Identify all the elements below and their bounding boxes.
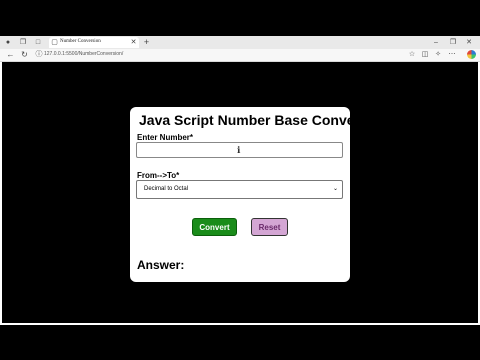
- convert-button[interactable]: Convert: [192, 218, 237, 236]
- favicon-icon: ▢: [51, 39, 58, 46]
- tab-collection-icon[interactable]: ❐: [19, 38, 27, 47]
- active-tab[interactable]: ▢ Number Conversion ✕: [49, 37, 139, 48]
- favorites-icon[interactable]: ☆: [408, 50, 416, 59]
- refresh-icon[interactable]: ↻: [20, 50, 29, 59]
- enter-number-label: Enter Number*: [137, 133, 194, 142]
- number-input[interactable]: ℹ: [136, 142, 343, 158]
- selected-option: Decimal to Octal: [144, 186, 189, 192]
- answer-label: Answer:: [137, 258, 185, 272]
- split-screen-icon[interactable]: ◫: [421, 50, 429, 59]
- tab-title: Number Conversion: [60, 39, 101, 44]
- conversion-select[interactable]: Decimal to Octal ⌄: [136, 180, 343, 199]
- info-icon[interactable]: ⓘ: [35, 50, 43, 59]
- edge-copilot-icon[interactable]: [467, 50, 476, 59]
- restore-icon[interactable]: ❐: [449, 38, 457, 47]
- page-icon[interactable]: □: [34, 38, 42, 47]
- close-icon[interactable]: ✕: [130, 39, 137, 46]
- window-close-icon[interactable]: ✕: [465, 38, 473, 47]
- converter-card: Java Script Number Base Converter Enter …: [130, 107, 378, 282]
- tab-bar: ● ❐ □ ▢ Number Conversion ✕ + – ❐ ✕: [0, 36, 480, 49]
- reset-button[interactable]: Reset: [251, 218, 288, 236]
- collections-icon[interactable]: ✧: [434, 50, 442, 59]
- from-to-label: From-->To*: [137, 171, 180, 180]
- minimize-icon[interactable]: –: [432, 38, 440, 47]
- text-cursor-icon: ℹ: [237, 145, 241, 155]
- chevron-down-icon: ⌄: [332, 186, 338, 192]
- address-bar[interactable]: 127.0.0.1:5500/NumberConversion/: [44, 50, 384, 59]
- new-tab-icon[interactable]: +: [142, 38, 151, 47]
- profile-icon[interactable]: ●: [4, 38, 12, 47]
- browser-window: ● ❐ □ ▢ Number Conversion ✕ + – ❐ ✕ ← ↻ …: [0, 36, 480, 325]
- page-content: Java Script Number Base Converter Enter …: [2, 62, 478, 323]
- address-toolbar: ← ↻ ⓘ 127.0.0.1:5500/NumberConversion/ ☆…: [0, 49, 480, 62]
- more-icon[interactable]: ⋯: [448, 50, 456, 59]
- page-title: Java Script Number Base Converter: [139, 112, 378, 128]
- back-icon[interactable]: ←: [6, 50, 15, 59]
